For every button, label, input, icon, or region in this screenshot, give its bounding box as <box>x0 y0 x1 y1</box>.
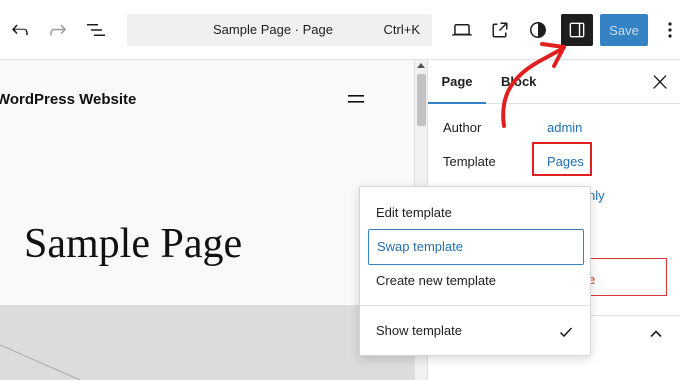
site-title[interactable]: WordPress Website <box>0 91 136 108</box>
close-icon <box>653 75 667 89</box>
show-template-label: Show template <box>376 323 462 338</box>
contrast-icon <box>530 22 546 38</box>
sidebar-tabs: Page Block <box>428 60 680 104</box>
list-view-icon <box>87 24 105 36</box>
scroll-up-arrow[interactable] <box>417 63 425 68</box>
template-label: Template <box>443 154 496 169</box>
close-sidebar-button[interactable] <box>648 70 672 94</box>
hamburger-menu-icon[interactable] <box>346 92 366 106</box>
scroll-thumb[interactable] <box>417 74 426 126</box>
document-title: Sample Page · Page <box>213 22 333 37</box>
document-bar[interactable]: Sample Page · Page Ctrl+K <box>127 14 432 46</box>
site-editor-window: Sample Page · Page Ctrl+K Save WordPress… <box>0 0 680 380</box>
command-shortcut: Ctrl+K <box>383 22 420 37</box>
checkmark-icon <box>559 327 573 338</box>
menu-item-swap-template[interactable]: Swap template <box>368 229 584 265</box>
author-link[interactable]: admin <box>547 120 582 135</box>
page-heading[interactable]: Sample Page <box>24 220 242 268</box>
styles-button[interactable] <box>520 12 556 48</box>
save-button[interactable]: Save <box>600 14 648 46</box>
chevron-up-icon[interactable] <box>648 326 664 342</box>
sidebar-panel-icon <box>569 22 585 38</box>
options-menu-button[interactable] <box>660 14 680 46</box>
image-diagonal-line <box>0 344 81 380</box>
external-link-icon <box>492 22 508 38</box>
undo-icon <box>12 24 28 36</box>
desktop-preview-icon <box>452 24 472 36</box>
undo-button[interactable] <box>2 12 38 48</box>
template-highlight-box <box>532 142 592 176</box>
editor-toolbar: Sample Page · Page Ctrl+K Save <box>0 0 680 60</box>
list-view-button[interactable] <box>78 12 114 48</box>
preview-button[interactable] <box>444 12 480 48</box>
redo-icon <box>50 24 67 36</box>
template-options-menu: Edit template Swap template Create new t… <box>359 186 591 356</box>
redo-button[interactable] <box>40 12 76 48</box>
menu-item-edit-template[interactable]: Edit template <box>368 196 584 232</box>
menu-item-show-template[interactable]: Show template <box>368 314 584 350</box>
author-label: Author <box>443 120 482 135</box>
tab-page[interactable]: Page <box>428 60 486 104</box>
featured-image-placeholder[interactable] <box>0 305 414 380</box>
trash-button-outline[interactable] <box>586 258 667 296</box>
menu-separator <box>360 305 590 306</box>
settings-sidebar-toggle[interactable] <box>561 14 593 46</box>
view-page-button[interactable] <box>482 12 518 48</box>
menu-item-create-template[interactable]: Create new template <box>368 264 584 300</box>
tab-block[interactable]: Block <box>501 60 536 104</box>
vertical-ellipsis-icon <box>668 22 672 38</box>
editor-canvas[interactable]: WordPress Website Sample Page <box>0 60 414 380</box>
